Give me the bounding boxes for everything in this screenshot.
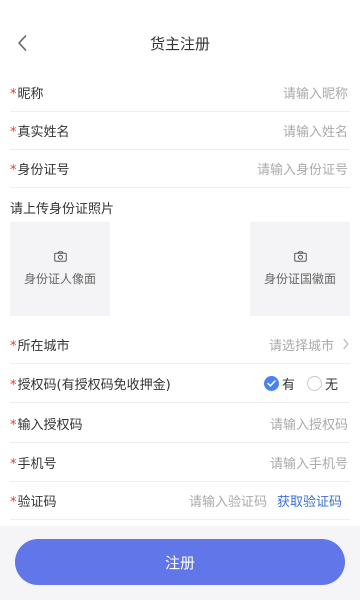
phone-row[interactable]: * 手机号 请输入手机号 [10, 443, 350, 482]
city-row[interactable]: * 所在城市 请选择城市 [10, 325, 350, 364]
id-number-label: 身份证号 [17, 162, 70, 178]
id-back-label: 身份证国徽面 [263, 272, 336, 286]
auth-option-row: * 授权码(有授权码免收押金) 有 无 [10, 364, 350, 403]
radio-unchecked-icon [306, 375, 322, 391]
nickname-label: 昵称 [17, 86, 44, 102]
required-mark: * [10, 86, 17, 102]
auth-code-input[interactable]: 请输入授权码 [270, 414, 350, 433]
id-front-label: 身份证人像面 [23, 272, 96, 286]
chevron-right-icon [343, 338, 349, 350]
id-back-upload[interactable]: 身份证国徽面 [250, 222, 350, 316]
nickname-row[interactable]: * 昵称 请输入昵称 [10, 73, 350, 112]
verify-code-label: 验证码 [17, 494, 57, 510]
required-mark: * [10, 456, 17, 472]
radio-no[interactable]: 无 [306, 374, 338, 393]
radio-no-label: 无 [324, 377, 338, 393]
required-mark: * [10, 124, 17, 140]
verify-code-input[interactable]: 请输入验证码 [189, 491, 269, 510]
id-number-input[interactable]: 请输入身份证号 [257, 159, 350, 178]
nickname-input[interactable]: 请输入昵称 [283, 83, 350, 102]
phone-input[interactable]: 请输入手机号 [270, 453, 350, 472]
phone-label: 手机号 [17, 456, 57, 472]
radio-yes-label: 有 [281, 377, 295, 393]
camera-icon [293, 251, 307, 262]
verify-code-row[interactable]: * 验证码 请输入验证码 获取验证码 [10, 481, 350, 520]
city-label: 所在城市 [17, 338, 70, 354]
real-name-input[interactable]: 请输入姓名 [283, 121, 350, 140]
required-mark: * [10, 162, 17, 178]
required-mark: * [10, 377, 17, 393]
camera-icon [53, 251, 67, 262]
page-title: 货主注册 [149, 35, 210, 53]
required-mark: * [10, 417, 17, 433]
registration-form: * 昵称 请输入昵称 * 真实姓名 请输入姓名 * 身份证号 请输入身份证号 请… [0, 68, 360, 526]
register-button[interactable]: 注册 [15, 539, 345, 585]
radio-yes[interactable]: 有 [263, 374, 295, 393]
get-verify-code-button[interactable]: 获取验证码 [277, 491, 350, 510]
required-mark: * [10, 494, 17, 510]
real-name-row[interactable]: * 真实姓名 请输入姓名 [10, 111, 350, 150]
id-number-row[interactable]: * 身份证号 请输入身份证号 [10, 149, 350, 188]
city-select[interactable]: 请选择城市 [269, 335, 336, 354]
auth-radio-group: 有 无 [263, 374, 338, 393]
required-mark: * [10, 338, 17, 354]
id-front-upload[interactable]: 身份证人像面 [10, 222, 110, 316]
radio-checked-icon [263, 375, 279, 391]
auth-code-label: 输入授权码 [17, 417, 83, 433]
upload-section-title: 请上传身份证照片 [10, 202, 115, 217]
real-name-label: 真实姓名 [17, 124, 70, 140]
auth-code-row[interactable]: * 输入授权码 请输入授权码 [10, 404, 350, 443]
auth-option-label: 授权码(有授权码免收押金) [17, 377, 171, 393]
